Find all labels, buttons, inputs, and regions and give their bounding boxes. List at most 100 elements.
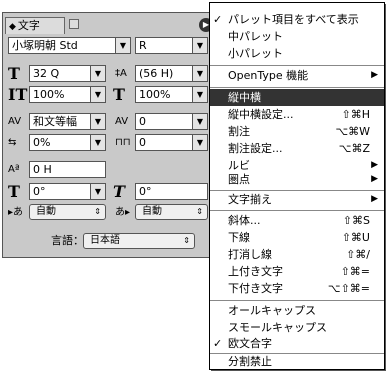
tracking-field[interactable]: 0 ▼	[135, 113, 208, 130]
horizontal-scale-icon: T	[113, 85, 125, 104]
language-popup[interactable]: 日本語 ⇕	[83, 233, 195, 249]
menu-item-label: 下付き文字	[228, 282, 283, 295]
aki-field[interactable]: 0 ▼	[135, 134, 208, 151]
menu-item-tatechuyoko-settings[interactable]: 縦中横設定... ⇧⌘H	[210, 106, 384, 123]
font-style-select[interactable]: R ▼	[135, 37, 208, 54]
vertical-scale-field[interactable]: 100% ▼	[29, 86, 106, 103]
submenu-arrow-icon: ▶	[371, 174, 378, 184]
menu-item-tatechuyoko[interactable]: 縦中横	[210, 89, 384, 106]
leading-value: (56 H)	[139, 67, 174, 80]
shortcut: ⌥⌘Z	[338, 142, 370, 155]
aki-before-icon: ▸あ	[8, 207, 24, 218]
menu-item-warichu-settings[interactable]: 割注設定... ⌥⌘Z	[210, 140, 384, 157]
menu-item-label: スモールキャップス	[228, 321, 327, 334]
aki-after-popup[interactable]: 自動 ⇕	[135, 204, 208, 220]
skew-value: 0°	[139, 185, 152, 198]
menu-item-small-palette[interactable]: 小パレット	[210, 45, 384, 62]
menu-item-label: OpenType 機能	[228, 69, 309, 82]
palette-flyout-menu: ✓ パレット項目をすべて表示 中パレット 小パレット OpenType 機能 ▶ 縦…	[209, 2, 385, 370]
baseline-shift-value: 0 H	[33, 163, 52, 176]
font-size-value: 32 Q	[33, 67, 60, 80]
menu-item-label: オールキャップス	[228, 304, 316, 317]
horizontal-scale-value: 100%	[139, 88, 171, 101]
font-family-value: 小塚明朝 Std	[12, 39, 78, 52]
shortcut: ⇧⌘S	[342, 214, 370, 227]
rotate-field[interactable]: 0° ▼	[29, 183, 106, 200]
leading-field[interactable]: (56 H) ▼	[135, 65, 208, 82]
chevron-down-icon: ▼	[90, 184, 105, 199]
menu-item-kenten[interactable]: 圏点 ▶	[210, 171, 384, 188]
chevron-down-icon: ▼	[115, 38, 130, 53]
aki-icon: ⊓⊓	[115, 137, 131, 148]
tab-label: 文字	[17, 19, 40, 32]
menu-item-character-align[interactable]: 文字揃え ▶	[210, 191, 384, 208]
menu-item-label: 文字揃え	[228, 193, 272, 206]
updown-icon: ⇕	[196, 207, 203, 216]
menu-item-label: パレット項目をすべて表示	[228, 13, 359, 26]
horizontal-scale-field[interactable]: 100% ▼	[135, 86, 208, 103]
menu-item-strikethrough[interactable]: 打消し線 ⇧⌘/	[210, 246, 384, 263]
tsume-icon: ⇆	[8, 137, 17, 148]
chevron-down-icon: ▼	[192, 66, 207, 81]
menu-item-small-caps[interactable]: スモールキャップス	[210, 319, 384, 336]
menu-item-opentype[interactable]: OpenType 機能 ▶	[210, 67, 384, 84]
aki-after-value: 自動	[142, 206, 162, 217]
menu-separator	[210, 87, 384, 88]
menu-item-superscript[interactable]: 上付き文字 ⇧⌘=	[210, 263, 384, 280]
character-palette: ◆ 文字 ▶ 小塚明朝 Std ▼ R ▼ T 32 Q ▼ ‡A (56 H) …	[2, 12, 215, 258]
chevron-down-icon: ▼	[90, 135, 105, 150]
skew-icon: T	[113, 182, 125, 201]
tsume-value: 0%	[33, 136, 51, 149]
menu-item-label: 縦中横	[228, 91, 261, 104]
updown-icon: ⇕	[183, 236, 190, 245]
menu-item-label: 割注設定...	[228, 142, 283, 155]
menu-item-show-all-options[interactable]: ✓ パレット項目をすべて表示	[210, 11, 384, 28]
submenu-arrow-icon: ▶	[371, 194, 378, 204]
chevron-down-icon: ▼	[90, 114, 105, 129]
chevron-down-icon: ▼	[192, 38, 207, 53]
close-icon[interactable]	[69, 19, 79, 29]
diamond-icon: ◆	[9, 22, 16, 32]
tracking-icon: AV	[115, 116, 129, 127]
menu-item-medium-palette[interactable]: 中パレット	[210, 28, 384, 45]
chevron-down-icon: ▼	[90, 66, 105, 81]
vertical-scale-value: 100%	[33, 88, 65, 101]
font-style-value: R	[139, 39, 147, 52]
menu-item-label: 打消し線	[228, 248, 272, 261]
updown-icon: ⇕	[94, 207, 101, 216]
menu-separator	[210, 210, 384, 211]
menu-item-underline[interactable]: 下線 ⇧⌘U	[210, 229, 384, 246]
menu-separator	[210, 300, 384, 301]
menu-item-all-caps[interactable]: オールキャップス	[210, 302, 384, 319]
kerning-value: 和文等幅	[33, 115, 77, 128]
menu-item-warichu[interactable]: 割注 ⌥⌘W	[210, 123, 384, 140]
menu-item-label: 下線	[228, 231, 250, 244]
chevron-down-icon: ▼	[192, 114, 207, 129]
menu-item-subscript[interactable]: 下付き文字 ⌥⇧⌘=	[210, 280, 384, 297]
font-size-field[interactable]: 32 Q ▼	[29, 65, 106, 82]
baseline-shift-field[interactable]: 0 H	[29, 161, 106, 178]
menu-item-italic[interactable]: 斜体... ⇧⌘S	[210, 212, 384, 229]
menu-item-label: 欧文合字	[228, 337, 272, 350]
skew-field[interactable]: 0°	[135, 183, 208, 200]
tsume-field[interactable]: 0% ▼	[29, 134, 106, 151]
tab-character[interactable]: ◆ 文字	[5, 17, 65, 34]
shortcut: ⌥⇧⌘=	[327, 282, 370, 295]
shortcut: ⇧⌘H	[341, 108, 371, 121]
menu-item-no-break[interactable]: 分割禁止	[210, 353, 384, 370]
menu-separator	[210, 65, 384, 66]
menu-item-label: 小パレット	[228, 47, 283, 60]
tracking-value: 0	[139, 115, 146, 128]
aki-before-popup[interactable]: 自動 ⇕	[29, 204, 106, 220]
menu-item-ligatures[interactable]: ✓ 欧文合字	[210, 335, 384, 352]
shortcut: ⇧⌘U	[341, 231, 370, 244]
checkmark-icon: ✓	[213, 337, 223, 350]
kerning-field[interactable]: 和文等幅 ▼	[29, 113, 106, 130]
palette-titlebar: ◆ 文字 ▶	[5, 15, 213, 35]
shortcut: ⇧⌘/	[346, 248, 370, 261]
font-family-select[interactable]: 小塚明朝 Std ▼	[8, 37, 131, 54]
submenu-arrow-icon: ▶	[371, 70, 378, 80]
rotate-icon: T	[8, 182, 20, 201]
checkmark-icon: ✓	[213, 13, 223, 26]
chevron-down-icon: ▼	[90, 87, 105, 102]
